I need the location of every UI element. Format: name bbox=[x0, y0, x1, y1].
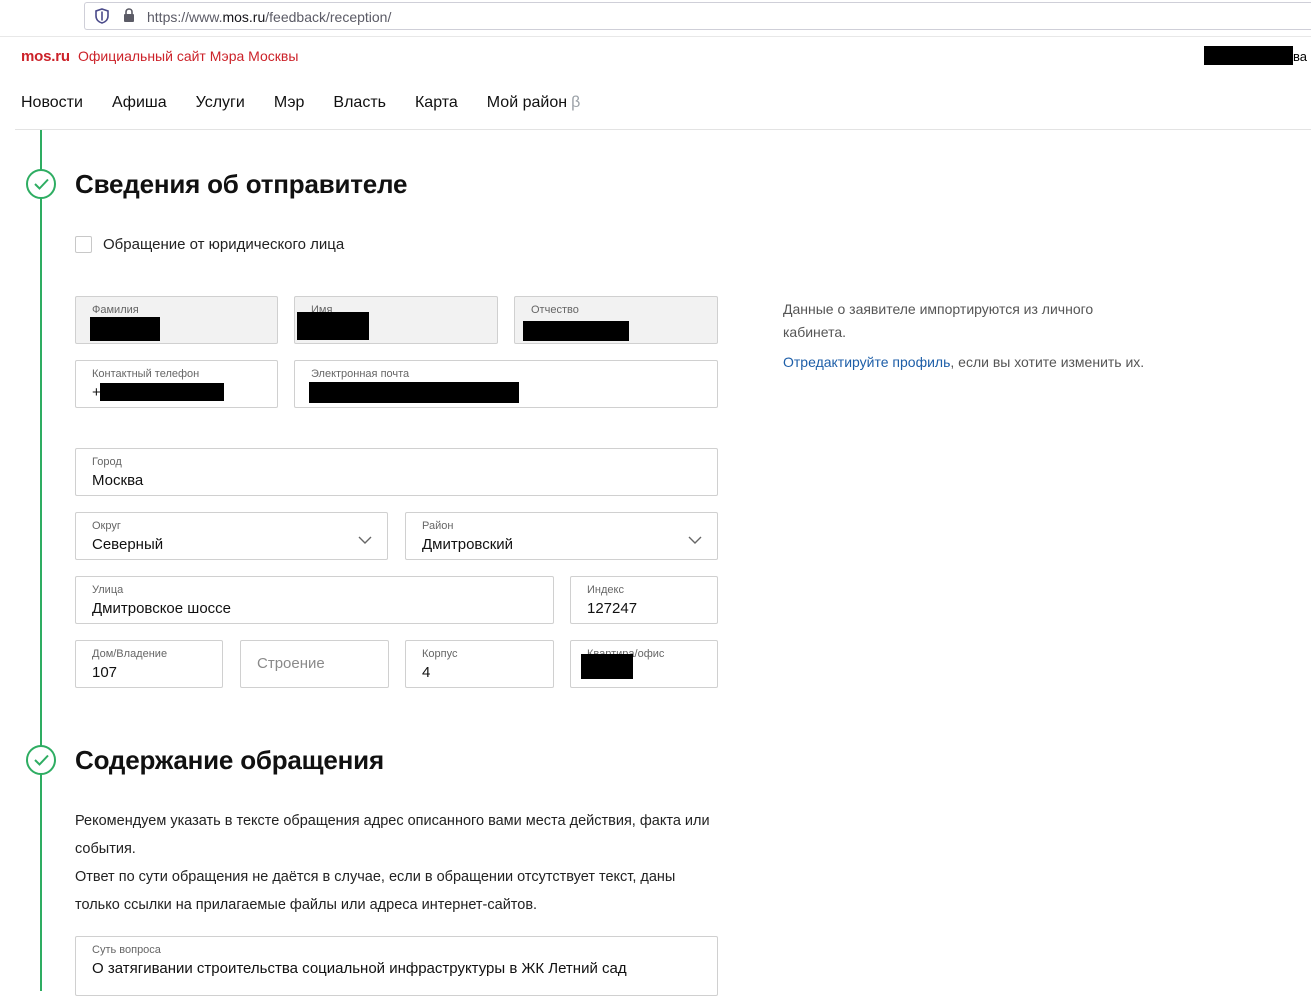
edit-profile-suffix: , если вы хотите изменить их. bbox=[950, 354, 1145, 370]
name-field[interactable]: Имя bbox=[294, 296, 498, 344]
area-select[interactable]: Район Дмитровский bbox=[405, 512, 718, 560]
nav-my-district[interactable]: Мой район β bbox=[487, 94, 580, 112]
recommendation-text: Рекомендуем указать в тексте обращения а… bbox=[75, 813, 710, 857]
nav-divider bbox=[15, 129, 1311, 130]
answer-rules-text: Ответ по сути обращения не даётся в случ… bbox=[75, 869, 676, 913]
district-value: Северный bbox=[92, 536, 164, 553]
name-redacted bbox=[297, 312, 369, 340]
street-label: Улица bbox=[92, 584, 124, 596]
step-complete-icon bbox=[26, 169, 56, 199]
address-bar[interactable]: https://www.mos.ru/feedback/reception/ bbox=[84, 2, 1311, 30]
legal-entity-checkbox[interactable] bbox=[75, 236, 92, 253]
zip-value: 127247 bbox=[587, 600, 638, 617]
nav-my-district-label: Мой район bbox=[486, 94, 568, 111]
patronymic-field[interactable]: Отчество bbox=[514, 296, 718, 344]
question-field[interactable]: Суть вопроса О затягивании строительства… bbox=[75, 936, 718, 996]
city-value: Москва bbox=[92, 472, 144, 489]
edit-profile-link[interactable]: Отредактируйте профиль bbox=[783, 354, 950, 370]
surname-field[interactable]: Фамилия bbox=[75, 296, 278, 344]
browser-divider bbox=[0, 36, 1311, 37]
url-text[interactable]: https://www.mos.ru/feedback/reception/ bbox=[147, 9, 391, 25]
house-label: Дом/Владение bbox=[92, 648, 168, 660]
building-placeholder: Строение bbox=[257, 655, 325, 672]
step-complete-icon bbox=[26, 745, 56, 775]
district-label: Округ bbox=[92, 520, 121, 532]
apartment-redacted bbox=[581, 654, 633, 679]
block-value: 4 bbox=[422, 664, 431, 681]
nav-afisha[interactable]: Афиша bbox=[112, 94, 167, 112]
sender-section-title: Сведения об отправителе bbox=[75, 169, 408, 199]
question-label: Суть вопроса bbox=[92, 944, 161, 956]
phone-redacted bbox=[100, 383, 224, 401]
email-label: Электронная почта bbox=[311, 368, 410, 380]
nav-news[interactable]: Новости bbox=[21, 94, 83, 112]
zip-field[interactable]: Индекс 127247 bbox=[570, 576, 718, 624]
area-value: Дмитровский bbox=[422, 536, 514, 553]
import-note: Данные о заявителе импортируются из личн… bbox=[783, 301, 1094, 340]
block-label: Корпус bbox=[422, 648, 458, 660]
city-field[interactable]: Город Москва bbox=[75, 448, 718, 496]
lock-icon[interactable] bbox=[123, 8, 135, 28]
nav-mayor[interactable]: Мэр bbox=[274, 94, 305, 112]
user-name-suffix[interactable]: ва bbox=[1293, 49, 1307, 64]
apartment-field[interactable]: Квартира/офис bbox=[570, 640, 718, 688]
site-logo[interactable]: mos.ru bbox=[21, 48, 70, 65]
nav-services[interactable]: Услуги bbox=[196, 94, 245, 112]
patronymic-label: Отчество bbox=[531, 304, 579, 316]
progress-line bbox=[40, 130, 42, 991]
area-label: Район bbox=[422, 520, 454, 532]
phone-label: Контактный телефон bbox=[92, 368, 200, 380]
surname-label: Фамилия bbox=[92, 304, 139, 316]
email-redacted bbox=[309, 382, 519, 403]
street-field[interactable]: Улица Дмитровское шоссе bbox=[75, 576, 554, 624]
content-section-title: Содержание обращения bbox=[75, 745, 384, 775]
block-field[interactable]: Корпус 4 bbox=[405, 640, 554, 688]
surname-redacted bbox=[90, 317, 160, 341]
edit-profile-row: Отредактируйте профиль, если вы хотите и… bbox=[783, 354, 1144, 370]
nav-government[interactable]: Власть bbox=[333, 94, 386, 112]
phone-field[interactable]: Контактный телефон + bbox=[75, 360, 278, 408]
main-nav: Новости Афиша Услуги Мэр Власть Карта Мо… bbox=[21, 94, 609, 112]
email-field[interactable]: Электронная почта bbox=[294, 360, 718, 408]
patronymic-redacted bbox=[523, 321, 629, 341]
district-select[interactable]: Округ Северный bbox=[75, 512, 388, 560]
user-name-redacted[interactable] bbox=[1204, 46, 1293, 65]
zip-label: Индекс bbox=[587, 584, 624, 596]
shield-icon[interactable] bbox=[95, 8, 109, 29]
chevron-down-icon[interactable] bbox=[358, 531, 372, 549]
street-value: Дмитровское шоссе bbox=[92, 600, 232, 617]
question-value: О затягивании строительства социальной и… bbox=[92, 960, 627, 977]
chevron-down-icon[interactable] bbox=[688, 531, 702, 549]
nav-map[interactable]: Карта bbox=[415, 94, 458, 112]
beta-badge: β bbox=[571, 94, 581, 111]
site-title[interactable]: Официальный сайт Мэра Москвы bbox=[78, 48, 298, 64]
building-field[interactable]: Строение bbox=[240, 640, 389, 688]
legal-entity-label[interactable]: Обращение от юридического лица bbox=[103, 236, 344, 253]
house-field[interactable]: Дом/Владение 107 bbox=[75, 640, 223, 688]
city-label: Город bbox=[92, 456, 122, 468]
house-value: 107 bbox=[92, 664, 118, 681]
